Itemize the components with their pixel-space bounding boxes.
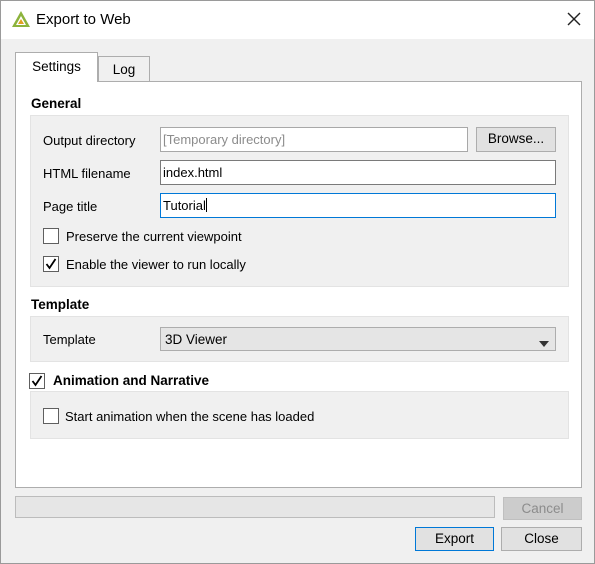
close-button[interactable]: Close xyxy=(501,527,582,551)
page-title-value: Tutorial xyxy=(163,198,206,213)
settings-panel: General Output directory [Temporary dire… xyxy=(15,81,582,488)
title-bar: Export to Web xyxy=(1,1,594,39)
cancel-button[interactable]: Cancel xyxy=(503,497,582,520)
template-group: Template 3D Viewer xyxy=(30,316,569,362)
template-section-title: Template xyxy=(31,297,90,312)
page-title-label: Page title xyxy=(43,199,98,214)
start-animation-checkbox[interactable] xyxy=(43,408,59,424)
output-directory-label: Output directory xyxy=(43,133,136,148)
start-animation-label[interactable]: Start animation when the scene has loade… xyxy=(65,409,314,424)
output-directory-input[interactable]: [Temporary directory] xyxy=(160,127,468,152)
general-section-title: General xyxy=(31,96,82,111)
export-progress-bar xyxy=(15,496,495,518)
checkmark-icon xyxy=(31,375,43,387)
export-button[interactable]: Export xyxy=(415,527,494,551)
template-selected-value: 3D Viewer xyxy=(165,332,228,347)
run-locally-label[interactable]: Enable the viewer to run locally xyxy=(66,257,246,272)
tab-settings[interactable]: Settings xyxy=(15,52,98,82)
general-group: Output directory [Temporary directory] B… xyxy=(30,115,569,287)
animation-group: Start animation when the scene has loade… xyxy=(30,391,569,439)
run-locally-checkbox[interactable] xyxy=(43,256,59,272)
animation-checkbox[interactable] xyxy=(29,373,45,389)
text-cursor xyxy=(205,198,207,212)
page-title-input[interactable]: Tutorial xyxy=(160,193,556,218)
window-title: Export to Web xyxy=(36,11,131,28)
chevron-down-icon xyxy=(539,335,549,350)
qgis-logo-icon xyxy=(11,10,31,28)
export-dialog: Export to Web Settings Log General Outpu… xyxy=(0,0,595,564)
close-icon[interactable] xyxy=(562,7,586,31)
animation-section-title[interactable]: Animation and Narrative xyxy=(53,373,209,388)
template-label: Template xyxy=(43,332,96,347)
preserve-viewpoint-label[interactable]: Preserve the current viewpoint xyxy=(66,229,242,244)
browse-button[interactable]: Browse... xyxy=(476,127,556,152)
html-filename-input[interactable]: index.html xyxy=(160,160,556,185)
tab-log[interactable]: Log xyxy=(98,56,150,82)
checkmark-icon xyxy=(45,258,57,270)
template-select[interactable]: 3D Viewer xyxy=(160,327,556,351)
html-filename-label: HTML filename xyxy=(43,166,131,181)
preserve-viewpoint-checkbox[interactable] xyxy=(43,228,59,244)
